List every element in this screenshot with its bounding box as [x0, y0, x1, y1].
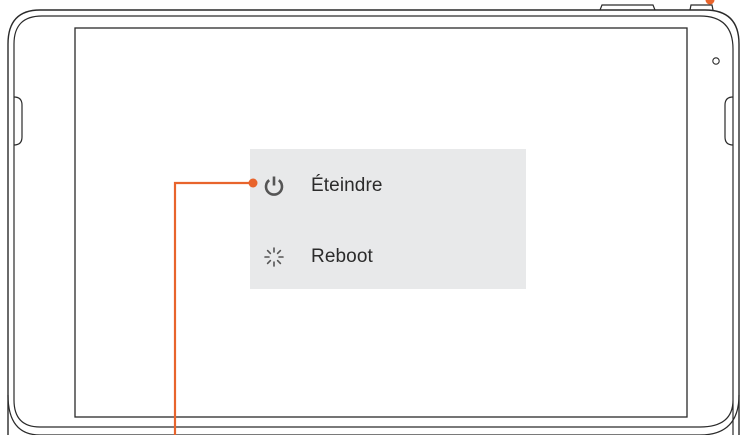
spinner-icon: [261, 244, 287, 270]
left-side-button: [13, 96, 23, 146]
power-icon: [261, 173, 287, 199]
power-button-marker: [705, 0, 715, 5]
volume-button: [599, 4, 656, 11]
power-off-label: Éteindre: [311, 175, 383, 196]
tablet-diagram: Éteindre Reboot: [0, 0, 740, 435]
right-side-slot: [724, 96, 734, 146]
power-off-menu-item[interactable]: Éteindre: [250, 166, 526, 206]
power-button: [689, 4, 714, 11]
reboot-menu-item[interactable]: Reboot: [250, 237, 526, 277]
front-camera: [712, 57, 720, 65]
reboot-label: Reboot: [311, 246, 373, 267]
power-menu: Éteindre Reboot: [250, 149, 526, 289]
